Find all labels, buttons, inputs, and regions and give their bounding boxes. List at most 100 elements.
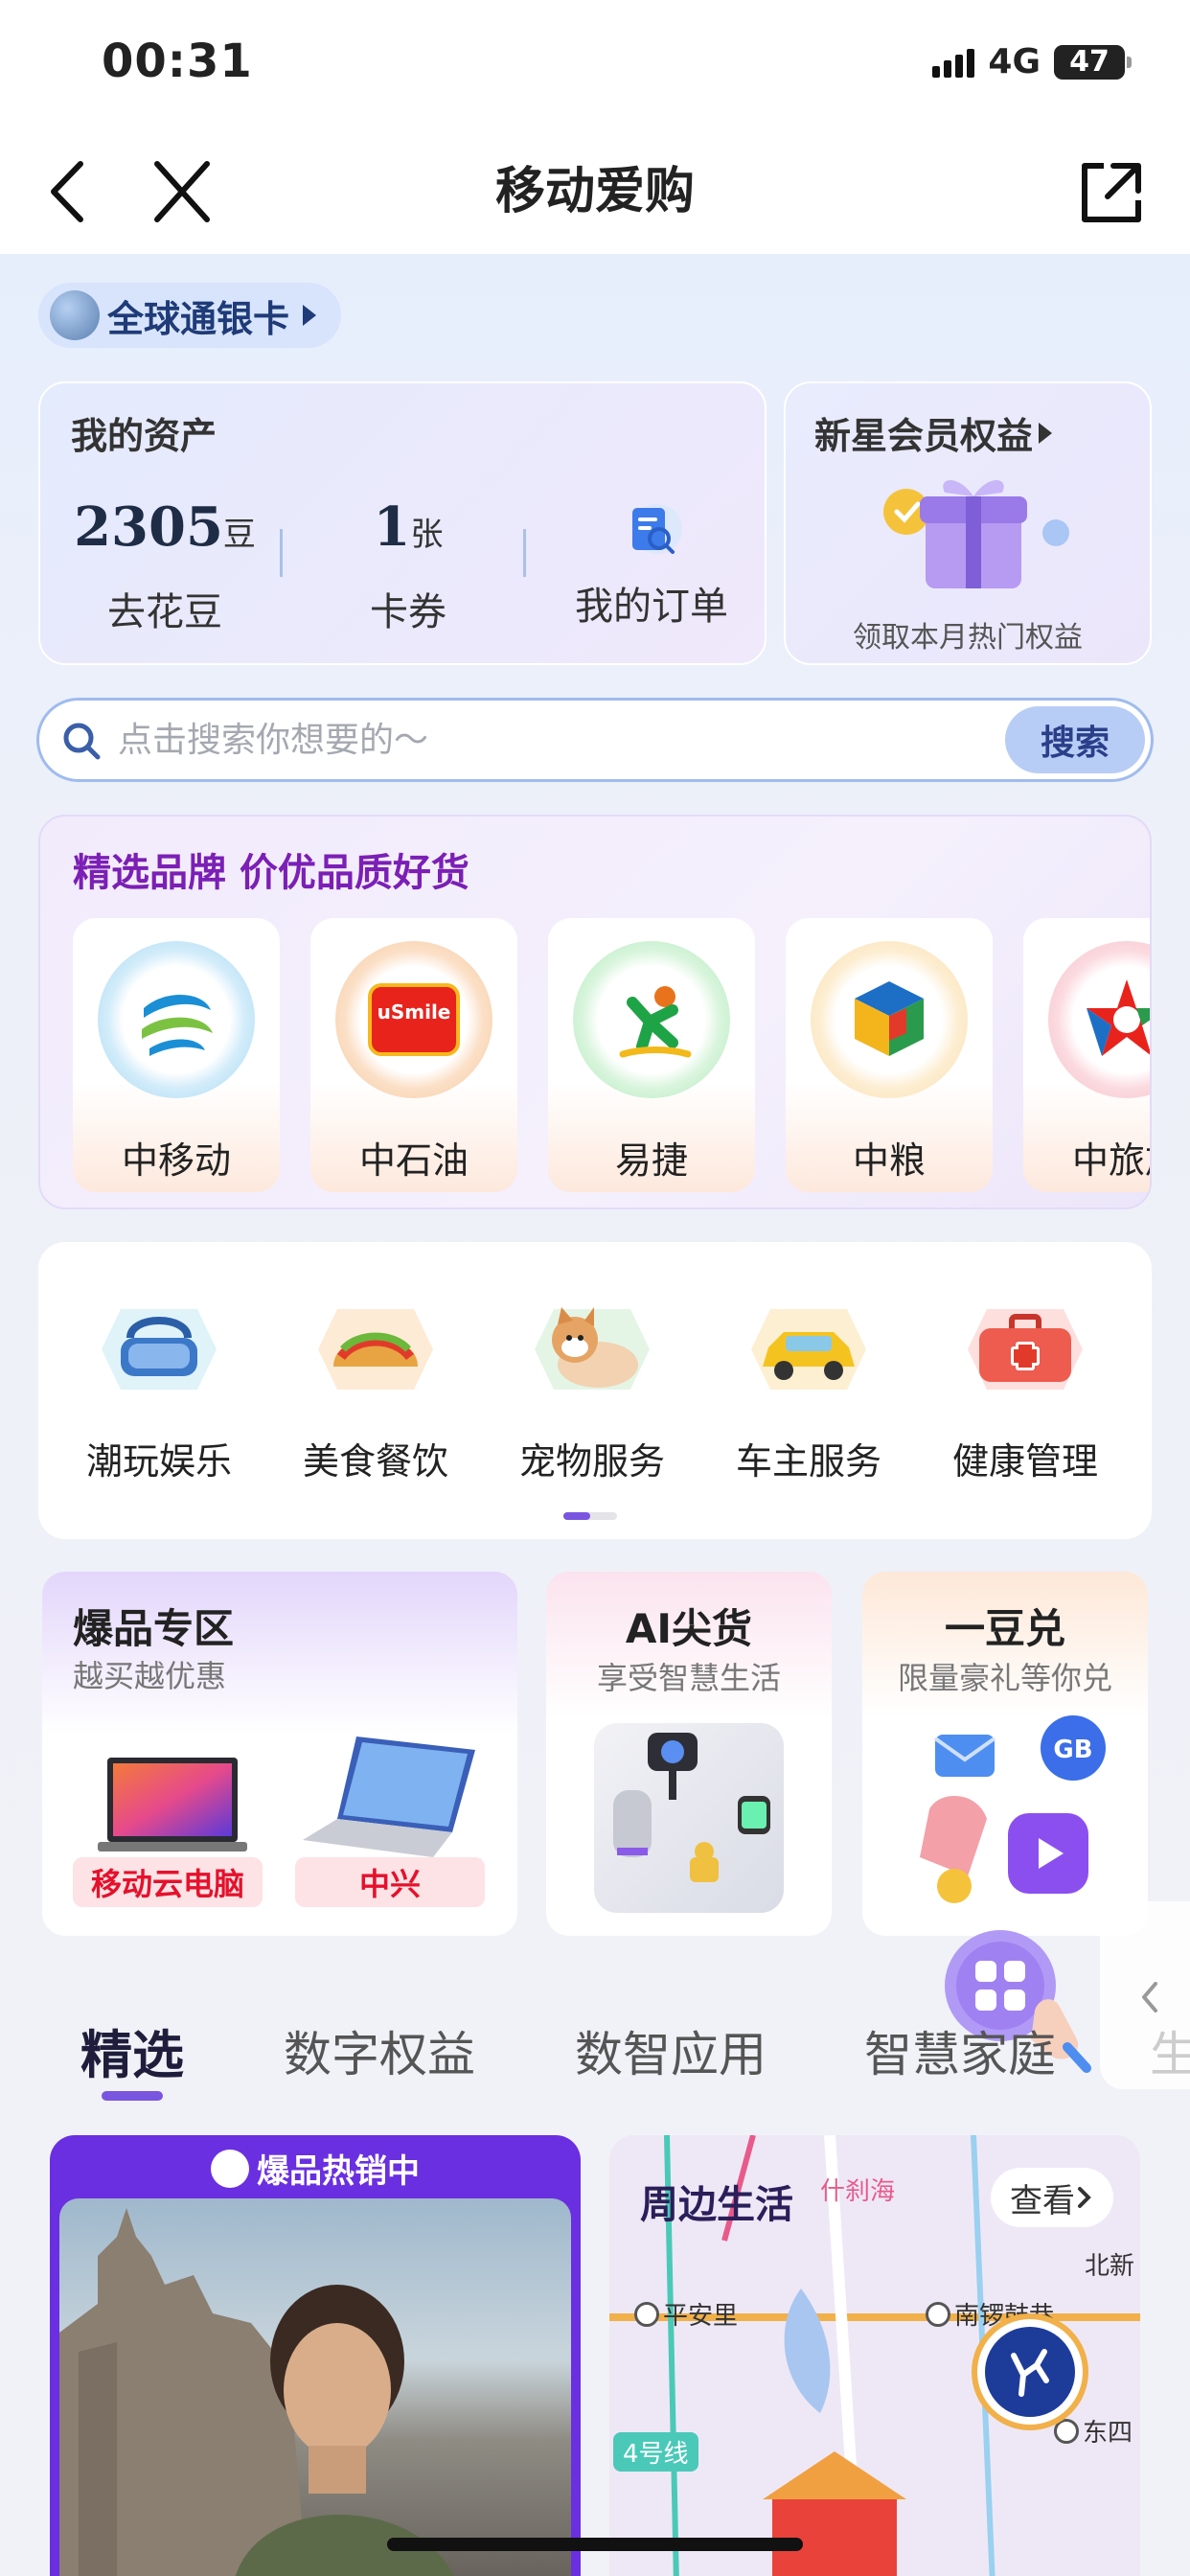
member-benefits-subtitle: 领取本月热门权益 — [853, 621, 1083, 655]
triangle-right-icon — [303, 305, 317, 326]
china-travel-logo-icon — [1048, 941, 1150, 1098]
car-icon — [742, 1290, 876, 1409]
home-indicator — [387, 2538, 803, 2551]
brand-tile-china-mobile[interactable]: 中移动 — [73, 918, 280, 1192]
brand-tile-yijie[interactable]: 易捷 — [548, 918, 755, 1192]
promo-ai-title: AI尖货 — [625, 1605, 753, 1652]
category-label: 健康管理 — [951, 1440, 1098, 1483]
category-label: 宠物服务 — [518, 1440, 665, 1483]
category-label: 潮玩娱乐 — [85, 1440, 232, 1483]
brand-tile-cofco[interactable]: 中粮 — [786, 918, 993, 1192]
laptop-image — [303, 1736, 475, 1857]
membership-level-pill[interactable]: 全球通银卡 — [38, 283, 342, 348]
nearby-life-card[interactable]: 周边生活 查看 什刹海 北新 平安里 南锣鼓巷 东四 4号线 — [609, 2135, 1140, 2576]
tab-smart-apps[interactable]: 数智应用 — [575, 2016, 767, 2085]
promo-bean-title: 一豆兑 — [944, 1605, 1065, 1652]
page-title: 移动爱购 — [494, 163, 695, 220]
tab-smart-home[interactable]: 智慧家庭 — [864, 2016, 1056, 2085]
promo-ai-subtitle: 享受智慧生活 — [596, 1660, 781, 1696]
nearby-life-title: 周边生活 — [640, 2183, 793, 2227]
content-tabs: 精选 数字权益 数智应用 智慧家庭 生 — [0, 2012, 1190, 2118]
triangle-right-icon — [1039, 422, 1053, 444]
signal-icon — [932, 47, 975, 78]
hot-selling-card[interactable]: 爆品热销中 — [50, 2135, 581, 2576]
rewards-image: GB — [920, 1715, 1106, 1903]
map-label: 北新 — [1085, 2252, 1135, 2281]
map-label: 平安里 — [634, 2296, 738, 2332]
promo-hot-products[interactable]: 爆品专区 越买越优惠 移动云电脑 中兴 — [42, 1572, 517, 1936]
category-pet[interactable]: 宠物服务 — [496, 1290, 688, 1484]
promo-hot-title: 爆品专区 — [73, 1605, 235, 1652]
category-page-indicator — [563, 1512, 617, 1520]
category-health[interactable]: 健康管理 — [929, 1290, 1121, 1484]
coupons-label: 卡券 — [370, 590, 446, 634]
map-label: 什刹海 — [820, 2177, 896, 2206]
gift-box-icon — [883, 480, 1069, 588]
orders-label: 我的订单 — [575, 585, 728, 629]
coupons-asset[interactable]: 1张 卡券 — [303, 496, 514, 636]
promo-bean-exchange[interactable]: 一豆兑 限量豪礼等你兑 GB — [862, 1572, 1148, 1936]
svg-text:GB: GB — [1053, 1736, 1092, 1764]
promo-hot-subtitle: 越买越优惠 — [73, 1658, 227, 1694]
brand-label: 中石油 — [358, 1139, 469, 1182]
cofco-logo-icon — [811, 941, 968, 1098]
share-button[interactable] — [1071, 152, 1152, 233]
yijie-logo-icon — [573, 941, 730, 1098]
active-tab-indicator — [102, 2091, 163, 2101]
category-entertainment[interactable]: 潮玩娱乐 — [63, 1290, 255, 1484]
first-aid-kit-icon — [958, 1290, 1092, 1409]
coupons-count: 1张 — [373, 495, 444, 559]
hot-selling-badge: 爆品热销中 — [50, 2145, 581, 2192]
brand-tile-china-travel[interactable]: 中旅旅 — [1023, 918, 1150, 1192]
featured-brands-title: 精选品牌 价优品质好货 — [73, 851, 469, 895]
brand-tile-petrochina[interactable]: uSmile 中石油 — [310, 918, 517, 1192]
category-food[interactable]: 美食餐饮 — [280, 1290, 471, 1484]
member-benefits-title: 新星会员权益 — [814, 406, 1053, 459]
globe-logo-icon — [50, 290, 100, 340]
assets-card: 我的资产 2305豆 去花豆 1张 卡券 我的订单 — [38, 381, 767, 665]
laptop-image — [98, 1758, 247, 1852]
usmile-logo-text: uSmile — [368, 983, 460, 1056]
category-grid: 潮玩娱乐 美食餐饮 宠物服务 车主服务 健康管理 — [38, 1242, 1152, 1539]
view-button[interactable]: 查看 — [991, 2168, 1113, 2227]
promo-bean-subtitle: 限量豪礼等你兑 — [897, 1660, 1112, 1696]
chevron-right-icon — [1078, 2187, 1091, 2208]
chevron-left-icon — [1142, 1982, 1157, 2012]
map-line-label: 4号线 — [613, 2432, 698, 2472]
promo-ai-goods[interactable]: AI尖货 享受智慧生活 — [546, 1572, 832, 1936]
status-indicators: 4G 47 — [932, 42, 1132, 81]
orders-asset[interactable]: 我的订单 — [546, 500, 757, 631]
category-label: 车主服务 — [735, 1440, 881, 1483]
order-list-icon — [619, 500, 684, 562]
smart-devices-image — [594, 1723, 784, 1913]
battery-icon: 47 — [1054, 44, 1132, 80]
divider — [280, 529, 283, 577]
location-pin-icon[interactable] — [977, 2319, 1083, 2425]
tab-digital-rights[interactable]: 数字权益 — [284, 2016, 475, 2085]
tab-featured[interactable]: 精选 — [80, 2012, 184, 2088]
share-icon — [1082, 163, 1141, 222]
product-tag: 中兴 — [295, 1857, 485, 1907]
divider — [523, 529, 526, 577]
search-button[interactable]: 搜索 — [1005, 706, 1145, 773]
brand-label: 中粮 — [852, 1139, 926, 1182]
member-benefits-card[interactable]: 新星会员权益 领取本月热门权益 — [784, 381, 1152, 665]
tab-next[interactable]: 生 — [1150, 2016, 1190, 2085]
search-input[interactable] — [118, 708, 980, 771]
status-bar: 00:31 4G 47 — [0, 0, 1190, 129]
product-tag: 移动云电脑 — [73, 1857, 263, 1907]
category-label: 美食餐饮 — [302, 1440, 448, 1483]
beans-label: 去花豆 — [107, 590, 222, 634]
beans-asset[interactable]: 2305豆 去花豆 — [59, 496, 270, 636]
brand-label: 中旅旅 — [1071, 1139, 1150, 1182]
vr-headset-icon — [92, 1290, 226, 1409]
assets-title: 我的资产 — [71, 415, 217, 457]
membership-level-label: 全球通银卡 — [107, 297, 290, 340]
search-bar: 搜索 — [36, 698, 1154, 782]
category-car-owner[interactable]: 车主服务 — [713, 1290, 904, 1484]
china-mobile-logo-icon — [98, 941, 255, 1098]
featured-brands-card: 精选品牌 价优品质好货 中移动 uSmile 中石油 易捷 中粮 中旅 — [38, 815, 1152, 1209]
nav-bar: 移动爱购 — [0, 129, 1190, 254]
brand-label: 中移动 — [121, 1139, 231, 1182]
shiba-dog-icon — [525, 1290, 659, 1409]
